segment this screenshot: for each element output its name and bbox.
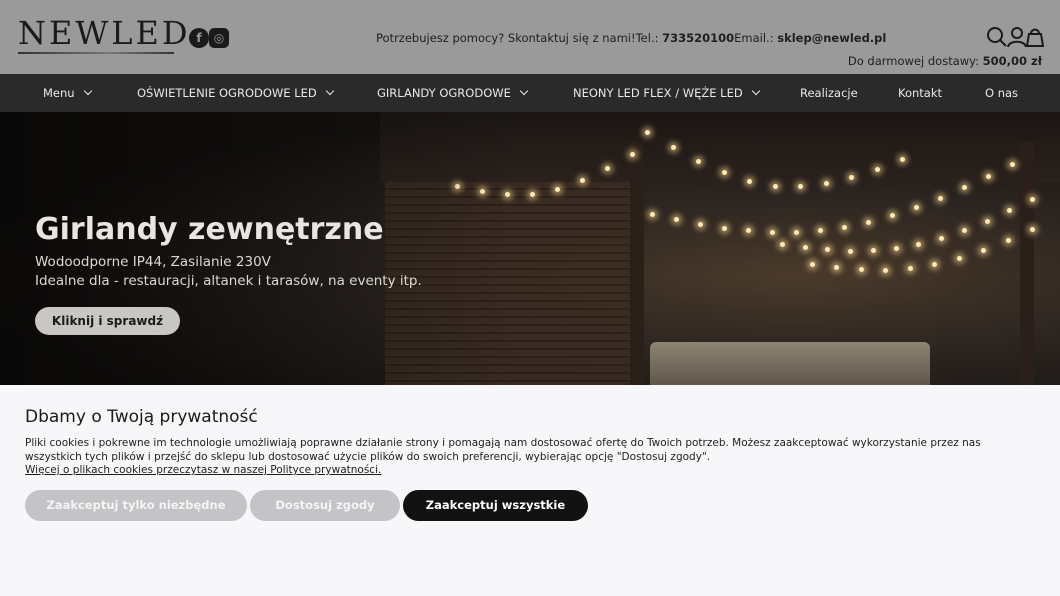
light-bulb <box>670 145 676 151</box>
light-bulb <box>823 181 829 187</box>
cart-icon[interactable] <box>1024 26 1046 52</box>
nav-item-garden-lighting[interactable]: OŚWIETLENIE OGRODOWE LED <box>137 86 334 100</box>
light-bulb <box>893 246 899 252</box>
light-bulb <box>746 228 751 234</box>
hero-description: Idealne dla - restauracji, altanek i tar… <box>35 273 422 289</box>
light-bulb <box>1005 237 1011 243</box>
light-bulb <box>798 184 803 190</box>
light-bulb <box>747 178 752 184</box>
hero-title: Girlandy zewnętrzne <box>35 212 384 247</box>
delivery-prefix: Do darmowej dostawy: <box>847 54 983 68</box>
hero-banner[interactable]: Girlandy zewnętrzne Wodoodporne IP44, Za… <box>0 112 1060 385</box>
light-bulb <box>722 225 727 231</box>
light-bulb <box>907 266 913 272</box>
light-bulb <box>818 228 823 234</box>
nav-label: NEONY LED FLEX / WĘŻE LED <box>573 86 743 100</box>
light-bulb <box>962 184 967 190</box>
light-bulb <box>810 262 815 267</box>
nav-label: GIRLANDY OGRODOWE <box>377 86 511 100</box>
facebook-icon[interactable]: f <box>189 28 209 48</box>
delivery-amount: 500,00 zł <box>982 54 1042 68</box>
phone-link[interactable]: 733520100 <box>662 31 734 45</box>
main-nav: Menu OŚWIETLENIE OGRODOWE LED GIRLANDY O… <box>0 74 1060 112</box>
light-bulb <box>848 248 854 254</box>
email-link[interactable]: sklep@newled.pl <box>777 31 886 45</box>
light-bulb <box>794 230 799 236</box>
light-bulb <box>870 248 876 254</box>
hero-subtitle: Wodoodporne IP44, Zasilanie 230V <box>35 254 271 270</box>
light-bulb <box>986 173 991 179</box>
light-bulb <box>802 244 808 250</box>
light-bulb <box>866 220 871 226</box>
logo-underline <box>18 52 174 54</box>
cookie-banner: Dbamy o Twoją prywatność Pliki cookies i… <box>0 385 1060 596</box>
light-bulb <box>772 183 778 189</box>
cookie-title: Dbamy o Twoją prywatność <box>25 407 258 427</box>
hero-bench-shape <box>650 342 930 385</box>
privacy-policy-link[interactable]: Więcej o plikach cookies przeczytasz w n… <box>25 464 381 476</box>
search-icon[interactable] <box>986 26 1008 52</box>
email-prefix: Email.: <box>734 31 778 45</box>
customize-consent-button[interactable]: Dostosuj zgody <box>250 490 400 521</box>
hero-shade <box>0 112 520 385</box>
nav-label: Menu <box>43 86 75 100</box>
site-header: NEWLED f ◎ Potrzebujesz pomocy? Skontakt… <box>0 0 1060 74</box>
light-bulb <box>961 228 967 234</box>
light-bulb <box>1030 227 1035 232</box>
light-bulb <box>834 264 840 270</box>
contact-prefix: Potrzebujesz pomocy? Skontaktuj się z na… <box>376 31 663 45</box>
light-bulb <box>1007 208 1013 214</box>
light-bulb <box>858 267 864 273</box>
nav-item-neon-flex[interactable]: NEONY LED FLEX / WĘŻE LED <box>573 86 760 100</box>
light-bulb <box>780 242 785 247</box>
site-logo[interactable]: NEWLED <box>18 14 191 52</box>
light-bulb <box>916 242 922 248</box>
chevron-down-icon <box>325 86 334 96</box>
light-bulb <box>900 157 905 162</box>
nav-item-realizations[interactable]: Realizacje <box>800 86 858 100</box>
hero-post <box>630 142 644 385</box>
light-bulb <box>890 213 895 219</box>
nav-label: OŚWIETLENIE OGRODOWE LED <box>137 86 317 100</box>
light-bulb <box>874 166 880 172</box>
cookie-text: Pliki cookies i pokrewne im technologie … <box>25 437 981 463</box>
free-delivery-info: Do darmowej dostawy: 500,00 zł <box>848 54 1042 68</box>
light-bulb <box>770 229 775 235</box>
light-bulb <box>956 255 962 261</box>
nav-item-menu[interactable]: Menu <box>43 86 92 100</box>
chevron-down-icon <box>83 86 92 96</box>
hero-cta-button[interactable]: Kliknij i sprawdź <box>35 307 180 335</box>
light-bulb <box>650 212 655 217</box>
nav-item-garlands[interactable]: GIRLANDY OGRODOWE <box>377 86 529 100</box>
light-bulb <box>825 247 831 253</box>
light-bulb <box>932 262 938 268</box>
light-bulb <box>698 221 703 227</box>
light-bulb <box>914 205 919 211</box>
nav-item-about[interactable]: O nas <box>985 86 1018 100</box>
light-bulb <box>645 130 650 135</box>
chevron-down-icon <box>751 86 760 96</box>
light-bulb <box>842 225 847 231</box>
light-bulb <box>883 267 889 273</box>
light-bulb <box>696 158 701 164</box>
accept-necessary-button[interactable]: Zaakceptuj tylko niezbędne <box>25 490 247 521</box>
contact-info: Potrzebujesz pomocy? Skontaktuj się z na… <box>376 31 886 45</box>
chevron-down-icon <box>519 86 529 96</box>
light-bulb <box>938 195 943 201</box>
light-bulb <box>1030 197 1035 202</box>
light-bulb <box>530 191 535 197</box>
light-bulb <box>981 247 987 253</box>
nav-item-contact[interactable]: Kontakt <box>898 86 942 100</box>
accept-all-button[interactable]: Zaakceptuj wszystkie <box>403 490 588 521</box>
light-bulb <box>1010 162 1015 167</box>
instagram-icon[interactable]: ◎ <box>209 28 229 48</box>
hero-post <box>1020 142 1034 385</box>
light-bulb <box>674 216 679 222</box>
light-bulb <box>939 236 945 242</box>
light-bulb <box>630 152 635 157</box>
light-bulb <box>984 218 990 224</box>
